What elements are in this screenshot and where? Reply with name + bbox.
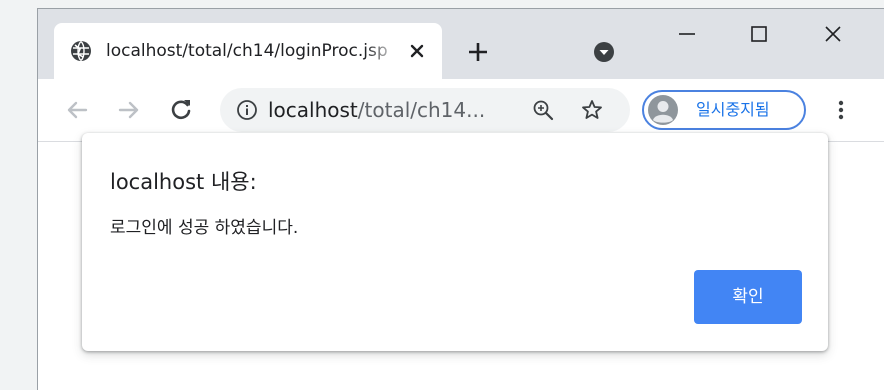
reload-icon[interactable] bbox=[166, 95, 196, 125]
dialog-message: 로그인에 성공 하였습니다. bbox=[110, 218, 299, 238]
dialog-title: localhost 내용: bbox=[110, 170, 257, 194]
profile-label: 일시중지됨 bbox=[696, 100, 770, 119]
ok-button[interactable]: 확인 bbox=[694, 270, 802, 324]
arrow-left-icon[interactable] bbox=[62, 95, 92, 125]
url-host: localhost bbox=[268, 98, 358, 122]
globe-icon bbox=[70, 40, 92, 62]
maximize-icon[interactable] bbox=[744, 19, 774, 49]
tab-strip: localhost/total/ch14/loginProc.jsp bbox=[38, 9, 884, 79]
url-path: /total/ch14... bbox=[357, 98, 486, 122]
profile-button[interactable]: 일시중지됨 bbox=[642, 90, 806, 130]
zoom-in-icon[interactable] bbox=[532, 99, 554, 121]
close-icon[interactable] bbox=[818, 19, 848, 49]
star-icon[interactable] bbox=[580, 98, 604, 122]
arrow-right-icon[interactable] bbox=[114, 95, 144, 125]
info-icon[interactable] bbox=[236, 99, 258, 121]
tab-title: localhost/total/ch14/loginProc.jsp bbox=[106, 41, 388, 61]
kebab-menu-icon[interactable] bbox=[826, 95, 856, 125]
url-text[interactable]: localhost/total/ch14... bbox=[268, 98, 485, 122]
address-bar[interactable]: localhost/total/ch14... bbox=[220, 88, 630, 132]
chevron-down-circle-icon[interactable] bbox=[593, 41, 615, 63]
minimize-icon[interactable] bbox=[672, 19, 702, 49]
close-icon[interactable] bbox=[406, 40, 428, 62]
tab-login-proc[interactable]: localhost/total/ch14/loginProc.jsp bbox=[54, 23, 442, 79]
plus-icon[interactable] bbox=[466, 40, 490, 64]
avatar-icon bbox=[648, 95, 678, 125]
alert-dialog: localhost 내용: 로그인에 성공 하였습니다. 확인 bbox=[82, 133, 828, 351]
